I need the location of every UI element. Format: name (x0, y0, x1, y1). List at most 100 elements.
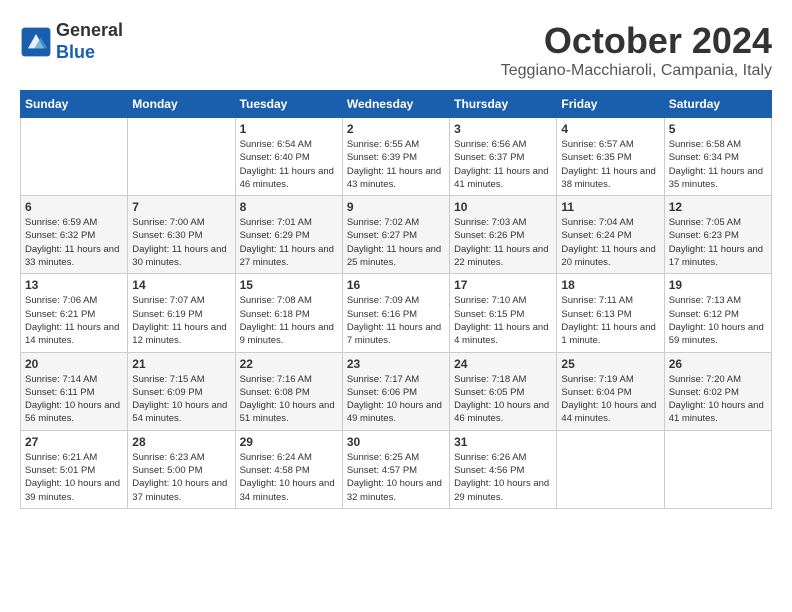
day-info: Sunrise: 6:25 AM Sunset: 4:57 PM Dayligh… (347, 451, 445, 504)
calendar-cell (128, 118, 235, 196)
day-number: 31 (454, 435, 552, 449)
day-info: Sunrise: 7:05 AM Sunset: 6:23 PM Dayligh… (669, 216, 767, 269)
calendar-cell: 4Sunrise: 6:57 AM Sunset: 6:35 PM Daylig… (557, 118, 664, 196)
calendar-body: 1 Sunrise: 6:54 AM Sunset: 6:40 PM Daylig… (21, 118, 772, 509)
day-number: 1 (240, 122, 338, 136)
day-number: 30 (347, 435, 445, 449)
day-info: Sunrise: 7:19 AM Sunset: 6:04 PM Dayligh… (561, 373, 659, 426)
calendar-cell: 25Sunrise: 7:19 AM Sunset: 6:04 PM Dayli… (557, 352, 664, 430)
logo-line2: Blue (56, 42, 123, 64)
calendar-cell: 9Sunrise: 7:02 AM Sunset: 6:27 PM Daylig… (342, 196, 449, 274)
day-info: Sunrise: 7:20 AM Sunset: 6:02 PM Dayligh… (669, 373, 767, 426)
calendar-cell: 21 Sunrise: 7:15 AM Sunset: 6:09 PM Dayli… (128, 352, 235, 430)
calendar-header-monday: Monday (128, 91, 235, 118)
day-number: 18 (561, 278, 659, 292)
day-number: 16 (347, 278, 445, 292)
day-number: 19 (669, 278, 767, 292)
calendar-cell (557, 430, 664, 508)
day-info: Sunrise: 7:16 AM Sunset: 6:08 PM Dayligh… (240, 373, 338, 426)
calendar-cell: 13 Sunrise: 7:06 AM Sunset: 6:21 PM Dayli… (21, 274, 128, 352)
day-info: Sunrise: 7:09 AM Sunset: 6:16 PM Dayligh… (347, 294, 445, 347)
calendar-cell (664, 430, 771, 508)
day-info: Sunrise: 6:23 AM Sunset: 5:00 PM Dayligh… (132, 451, 230, 504)
calendar-cell: 31 Sunrise: 6:26 AM Sunset: 4:56 PM Dayli… (450, 430, 557, 508)
day-info: Sunrise: 7:00 AM Sunset: 6:30 PM Dayligh… (132, 216, 230, 269)
day-info: Sunrise: 7:13 AM Sunset: 6:12 PM Dayligh… (669, 294, 767, 347)
calendar-cell: 18Sunrise: 7:11 AM Sunset: 6:13 PM Dayli… (557, 274, 664, 352)
day-number: 28 (132, 435, 230, 449)
calendar-cell: 10Sunrise: 7:03 AM Sunset: 6:26 PM Dayli… (450, 196, 557, 274)
day-number: 15 (240, 278, 338, 292)
calendar-cell: 27 Sunrise: 6:21 AM Sunset: 5:01 PM Dayli… (21, 430, 128, 508)
calendar-cell: 5Sunrise: 6:58 AM Sunset: 6:34 PM Daylig… (664, 118, 771, 196)
day-number: 7 (132, 200, 230, 214)
day-info: Sunrise: 6:24 AM Sunset: 4:58 PM Dayligh… (240, 451, 338, 504)
day-number: 13 (25, 278, 123, 292)
calendar-cell: 26Sunrise: 7:20 AM Sunset: 6:02 PM Dayli… (664, 352, 771, 430)
calendar-cell: 7 Sunrise: 7:00 AM Sunset: 6:30 PM Daylig… (128, 196, 235, 274)
logo-icon (20, 26, 52, 58)
day-info: Sunrise: 7:10 AM Sunset: 6:15 PM Dayligh… (454, 294, 552, 347)
day-number: 21 (132, 357, 230, 371)
day-info: Sunrise: 7:17 AM Sunset: 6:06 PM Dayligh… (347, 373, 445, 426)
calendar-cell: 8Sunrise: 7:01 AM Sunset: 6:29 PM Daylig… (235, 196, 342, 274)
calendar-cell: 22 Sunrise: 7:16 AM Sunset: 6:08 PM Dayli… (235, 352, 342, 430)
day-info: Sunrise: 7:08 AM Sunset: 6:18 PM Dayligh… (240, 294, 338, 347)
calendar-cell: 1 Sunrise: 6:54 AM Sunset: 6:40 PM Daylig… (235, 118, 342, 196)
day-info: Sunrise: 6:55 AM Sunset: 6:39 PM Dayligh… (347, 138, 445, 191)
calendar-header-thursday: Thursday (450, 91, 557, 118)
day-number: 29 (240, 435, 338, 449)
day-number: 6 (25, 200, 123, 214)
calendar-cell: 24 Sunrise: 7:18 AM Sunset: 6:05 PM Dayli… (450, 352, 557, 430)
calendar-table: SundayMondayTuesdayWednesdayThursdayFrid… (20, 90, 772, 509)
title-section: October 2024 Teggiano-Macchiaroli, Campa… (501, 20, 772, 80)
calendar-cell: 17 Sunrise: 7:10 AM Sunset: 6:15 PM Dayli… (450, 274, 557, 352)
day-info: Sunrise: 6:21 AM Sunset: 5:01 PM Dayligh… (25, 451, 123, 504)
day-info: Sunrise: 6:59 AM Sunset: 6:32 PM Dayligh… (25, 216, 123, 269)
day-number: 11 (561, 200, 659, 214)
day-number: 12 (669, 200, 767, 214)
day-info: Sunrise: 6:56 AM Sunset: 6:37 PM Dayligh… (454, 138, 552, 191)
day-info: Sunrise: 7:04 AM Sunset: 6:24 PM Dayligh… (561, 216, 659, 269)
day-info: Sunrise: 7:06 AM Sunset: 6:21 PM Dayligh… (25, 294, 123, 347)
calendar-cell: 12 Sunrise: 7:05 AM Sunset: 6:23 PM Dayli… (664, 196, 771, 274)
calendar-cell: 16 Sunrise: 7:09 AM Sunset: 6:16 PM Dayli… (342, 274, 449, 352)
day-number: 24 (454, 357, 552, 371)
calendar-cell: 14Sunrise: 7:07 AM Sunset: 6:19 PM Dayli… (128, 274, 235, 352)
calendar-cell: 11 Sunrise: 7:04 AM Sunset: 6:24 PM Dayli… (557, 196, 664, 274)
calendar-header-wednesday: Wednesday (342, 91, 449, 118)
day-number: 3 (454, 122, 552, 136)
logo-text: General Blue (56, 20, 123, 63)
calendar-header-row: SundayMondayTuesdayWednesdayThursdayFrid… (21, 91, 772, 118)
day-info: Sunrise: 7:01 AM Sunset: 6:29 PM Dayligh… (240, 216, 338, 269)
calendar-cell (21, 118, 128, 196)
logo-line1: General (56, 20, 123, 42)
day-number: 23 (347, 357, 445, 371)
day-number: 17 (454, 278, 552, 292)
day-number: 27 (25, 435, 123, 449)
day-info: Sunrise: 7:18 AM Sunset: 6:05 PM Dayligh… (454, 373, 552, 426)
day-number: 22 (240, 357, 338, 371)
day-number: 20 (25, 357, 123, 371)
calendar-cell: 20Sunrise: 7:14 AM Sunset: 6:11 PM Dayli… (21, 352, 128, 430)
day-info: Sunrise: 7:03 AM Sunset: 6:26 PM Dayligh… (454, 216, 552, 269)
calendar-cell: 30 Sunrise: 6:25 AM Sunset: 4:57 PM Dayli… (342, 430, 449, 508)
calendar-week-2: 6 Sunrise: 6:59 AM Sunset: 6:32 PM Daylig… (21, 196, 772, 274)
day-number: 5 (669, 122, 767, 136)
day-info: Sunrise: 6:54 AM Sunset: 6:40 PM Dayligh… (240, 138, 338, 191)
month-title: October 2024 (501, 20, 772, 62)
calendar-week-5: 27 Sunrise: 6:21 AM Sunset: 5:01 PM Dayli… (21, 430, 772, 508)
calendar-cell: 15 Sunrise: 7:08 AM Sunset: 6:18 PM Dayli… (235, 274, 342, 352)
day-number: 4 (561, 122, 659, 136)
location-subtitle: Teggiano-Macchiaroli, Campania, Italy (501, 62, 772, 80)
day-info: Sunrise: 6:26 AM Sunset: 4:56 PM Dayligh… (454, 451, 552, 504)
page-header: General Blue October 2024 Teggiano-Macch… (20, 20, 772, 80)
day-info: Sunrise: 7:07 AM Sunset: 6:19 PM Dayligh… (132, 294, 230, 347)
day-info: Sunrise: 7:15 AM Sunset: 6:09 PM Dayligh… (132, 373, 230, 426)
logo: General Blue (20, 20, 123, 63)
calendar-cell: 2Sunrise: 6:55 AM Sunset: 6:39 PM Daylig… (342, 118, 449, 196)
calendar-cell: 28 Sunrise: 6:23 AM Sunset: 5:00 PM Dayli… (128, 430, 235, 508)
calendar-header-sunday: Sunday (21, 91, 128, 118)
calendar-header-saturday: Saturday (664, 91, 771, 118)
calendar-cell: 29 Sunrise: 6:24 AM Sunset: 4:58 PM Dayli… (235, 430, 342, 508)
